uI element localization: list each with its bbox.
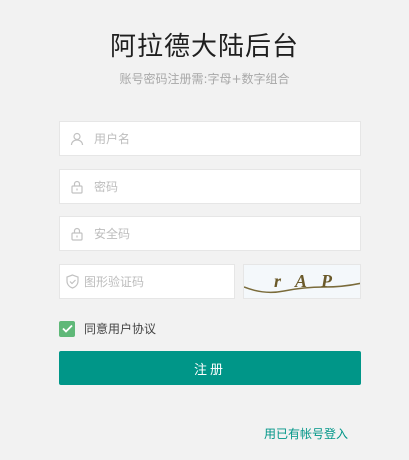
- shield-icon: [60, 265, 84, 298]
- agree-terms[interactable]: 同意用户协议: [59, 320, 156, 337]
- security-code-field[interactable]: [59, 216, 361, 251]
- lock-icon: [60, 217, 94, 250]
- agree-checkbox[interactable]: [59, 320, 75, 337]
- captcha-field[interactable]: [59, 264, 235, 299]
- password-field[interactable]: [59, 169, 361, 204]
- check-icon: [61, 324, 73, 333]
- page-title: 阿拉德大陆后台: [109, 32, 299, 62]
- username-field[interactable]: [59, 121, 361, 156]
- page-subtitle: 账号密码注册需:字母+数字组合: [119, 72, 290, 86]
- captcha-input[interactable]: [84, 265, 234, 298]
- username-input[interactable]: [94, 122, 360, 155]
- login-link[interactable]: 用已有帐号登入: [264, 425, 348, 442]
- captcha-image[interactable]: rAP: [243, 264, 361, 299]
- lock-icon: [60, 170, 94, 203]
- security-code-input[interactable]: [94, 217, 360, 250]
- captcha-text: rAP: [274, 271, 346, 291]
- password-input[interactable]: [94, 170, 360, 203]
- agree-label: 同意用户协议: [84, 322, 157, 336]
- user-icon: [60, 122, 94, 155]
- register-button[interactable]: 注册: [59, 351, 361, 385]
